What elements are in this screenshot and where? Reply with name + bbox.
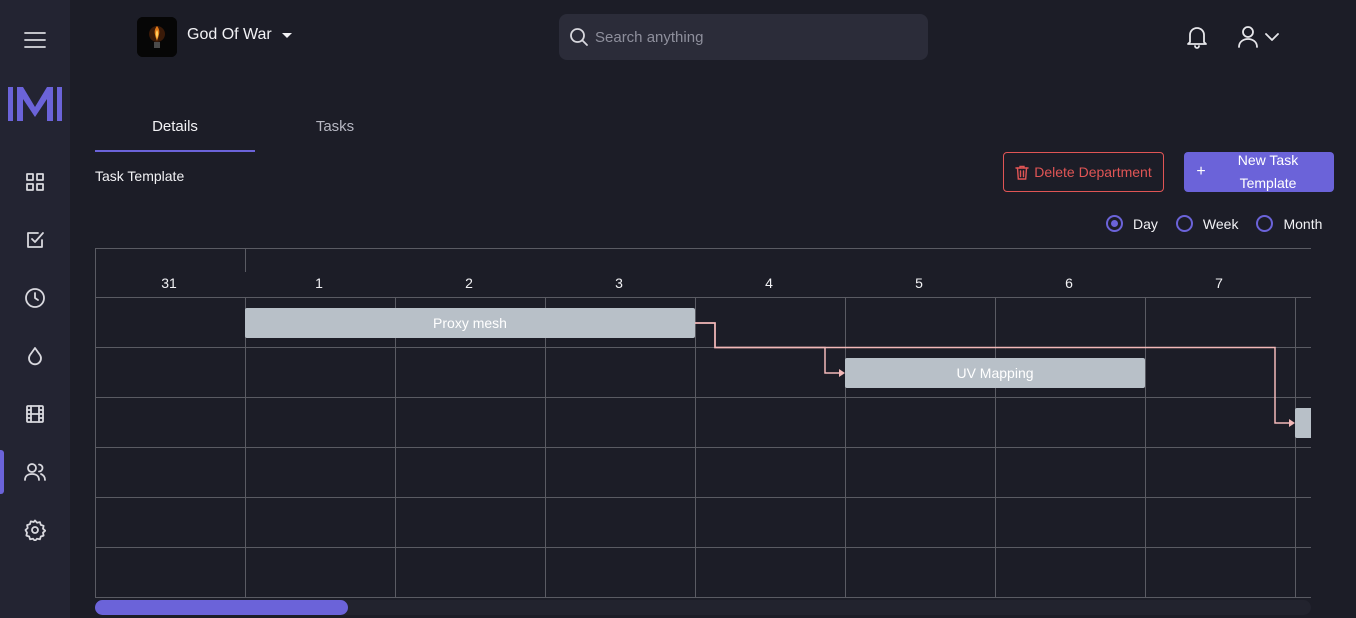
delete-department-label: Delete Department bbox=[1034, 164, 1152, 180]
day-label: 6 bbox=[1065, 275, 1073, 291]
film-icon[interactable] bbox=[0, 394, 70, 434]
section-title: Task Template bbox=[95, 168, 185, 184]
day-label: 4 bbox=[765, 275, 773, 291]
task-bar-label: Proxy mesh bbox=[433, 315, 507, 331]
view-option-label: Day bbox=[1133, 215, 1158, 232]
view-option-month[interactable]: Month bbox=[1256, 215, 1322, 232]
bell-icon[interactable] bbox=[1184, 24, 1210, 50]
gantt-task-bar[interactable] bbox=[1295, 408, 1311, 438]
day-label: 7 bbox=[1215, 275, 1223, 291]
gantt-task-bar[interactable]: Proxy mesh bbox=[245, 308, 695, 338]
radio-selected-icon bbox=[1106, 215, 1123, 232]
day-label: 31 bbox=[161, 275, 177, 291]
view-option-week[interactable]: Week bbox=[1175, 215, 1239, 232]
caret-down-icon bbox=[281, 32, 292, 38]
gantt-canvas: 31 1 2 3 4 5 6 7 Proxy mesh UV Mapping bbox=[95, 248, 1311, 598]
menu-icon[interactable] bbox=[0, 20, 70, 60]
day-label: 3 bbox=[615, 275, 623, 291]
project-selector[interactable]: God Of War bbox=[187, 26, 292, 44]
search-input[interactable] bbox=[595, 28, 915, 46]
project-thumbnail bbox=[137, 17, 177, 57]
tasks-check-icon[interactable] bbox=[0, 220, 70, 260]
plus-icon: + bbox=[1196, 163, 1206, 180]
dashboard-icon[interactable] bbox=[0, 162, 70, 202]
sidebar bbox=[0, 0, 70, 618]
drop-icon[interactable] bbox=[0, 336, 70, 376]
new-task-template-label: New Task Template bbox=[1237, 152, 1299, 191]
users-icon[interactable] bbox=[0, 452, 70, 492]
tab-tasks[interactable]: Tasks bbox=[255, 118, 415, 152]
clock-icon[interactable] bbox=[0, 278, 70, 318]
view-option-label: Month bbox=[1283, 215, 1323, 232]
gantt-scroll-thumb[interactable] bbox=[95, 600, 348, 615]
gantt-chart: 31 1 2 3 4 5 6 7 Proxy mesh UV Mapping bbox=[95, 248, 1311, 598]
day-label: 2 bbox=[465, 275, 473, 291]
settings-icon[interactable] bbox=[0, 510, 70, 550]
tab-details[interactable]: Details bbox=[95, 118, 255, 152]
chevron-down-icon bbox=[1265, 33, 1279, 41]
day-label: 5 bbox=[915, 275, 923, 291]
view-option-day[interactable]: Day bbox=[1106, 215, 1158, 232]
task-bar-label: UV Mapping bbox=[956, 365, 1033, 381]
view-mode-options: Day Week Month bbox=[1106, 215, 1322, 232]
search-icon bbox=[570, 28, 588, 46]
radio-icon bbox=[1256, 215, 1274, 232]
task-bar-rect bbox=[1295, 408, 1311, 438]
day-label: 1 bbox=[315, 275, 323, 291]
trash-icon bbox=[1015, 165, 1029, 180]
new-task-template-button[interactable]: + New Task Template bbox=[1184, 152, 1334, 192]
radio-icon bbox=[1175, 215, 1193, 232]
user-menu[interactable] bbox=[1236, 24, 1284, 50]
delete-department-button[interactable]: Delete Department bbox=[1003, 152, 1164, 192]
view-option-label: Week bbox=[1202, 215, 1239, 232]
search-bar[interactable] bbox=[559, 14, 928, 60]
gantt-task-bar[interactable]: UV Mapping bbox=[845, 358, 1145, 388]
project-name: God Of War bbox=[187, 26, 272, 43]
logo bbox=[0, 84, 70, 124]
user-icon bbox=[1238, 26, 1258, 48]
